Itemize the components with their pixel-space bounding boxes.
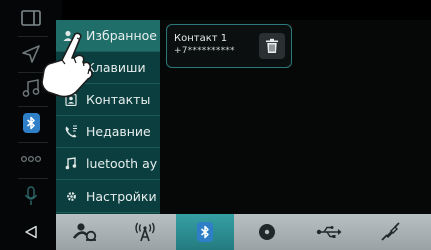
music-note-icon — [22, 79, 40, 97]
tab-disc[interactable] — [238, 214, 296, 250]
recent-calls-icon — [56, 125, 86, 139]
bluetooth-icon — [201, 225, 209, 239]
menu-item-recent[interactable]: Недавние — [56, 116, 160, 148]
menu-item-label: Недавние — [86, 124, 151, 139]
tab-bluetooth[interactable] — [176, 214, 234, 250]
usb-icon — [316, 226, 342, 238]
tab-radio[interactable] — [116, 214, 174, 250]
keypad-icon — [56, 62, 86, 74]
menu-item-favorites[interactable]: Избранное — [56, 20, 160, 52]
contact-name: Контакт 1 — [174, 33, 228, 44]
disc-icon — [259, 224, 275, 240]
tab-user-profile[interactable] — [56, 214, 114, 250]
phone-menu: Избранное Клавиши Контакты Недавние luet… — [56, 20, 160, 214]
contacts-book-icon — [56, 93, 86, 106]
favorites-panel: Контакт 1 +7********** — [160, 20, 431, 214]
tab-usb[interactable] — [300, 214, 358, 250]
aux-plug-icon — [381, 222, 400, 241]
menu-item-label: Избранное — [86, 28, 157, 43]
back-triangle-icon — [25, 225, 37, 239]
menu-item-bluetooth-audio[interactable]: luetooth ay — [56, 148, 160, 180]
favorites-contact-icon — [56, 30, 86, 42]
media-button[interactable] — [0, 70, 62, 106]
menu-item-label: luetooth ay — [86, 156, 158, 171]
navigation-button[interactable] — [0, 36, 62, 72]
menu-item-keypad[interactable]: Клавиши — [56, 52, 160, 84]
trash-icon — [266, 38, 278, 53]
more-button[interactable] — [0, 141, 62, 177]
radio-antenna-icon — [135, 222, 155, 242]
menu-item-label: Настройки — [86, 189, 157, 204]
bluetooth-button[interactable] — [0, 105, 62, 141]
bluetooth-icon — [27, 116, 35, 130]
split-screen-button[interactable] — [0, 0, 62, 36]
music-note-icon — [56, 157, 86, 170]
menu-item-settings[interactable]: Настройки — [56, 181, 160, 213]
menu-item-contacts[interactable]: Контакты — [56, 84, 160, 116]
gear-icon — [56, 190, 86, 203]
delete-favorite-button[interactable] — [259, 33, 285, 59]
microphone-icon — [24, 186, 38, 205]
navigation-arrow-icon — [22, 45, 40, 63]
user-steering-icon — [72, 223, 97, 242]
left-rail — [0, 0, 62, 250]
bluetooth-phone-screen: Избранное Клавиши Контакты Недавние luet… — [0, 0, 431, 250]
back-button[interactable] — [0, 214, 62, 250]
favorite-contact-card[interactable]: Контакт 1 +7********** — [166, 24, 292, 68]
voice-button[interactable] — [0, 178, 62, 214]
split-screen-icon — [21, 10, 41, 26]
menu-item-label: Клавиши — [86, 60, 146, 75]
contact-number: +7********** — [174, 46, 235, 56]
tab-aux[interactable] — [362, 214, 420, 250]
bluetooth-badge — [197, 222, 213, 242]
bluetooth-badge — [22, 113, 40, 133]
more-dots-icon — [20, 155, 42, 163]
menu-item-label: Контакты — [86, 92, 151, 107]
source-tab-bar — [56, 214, 431, 250]
